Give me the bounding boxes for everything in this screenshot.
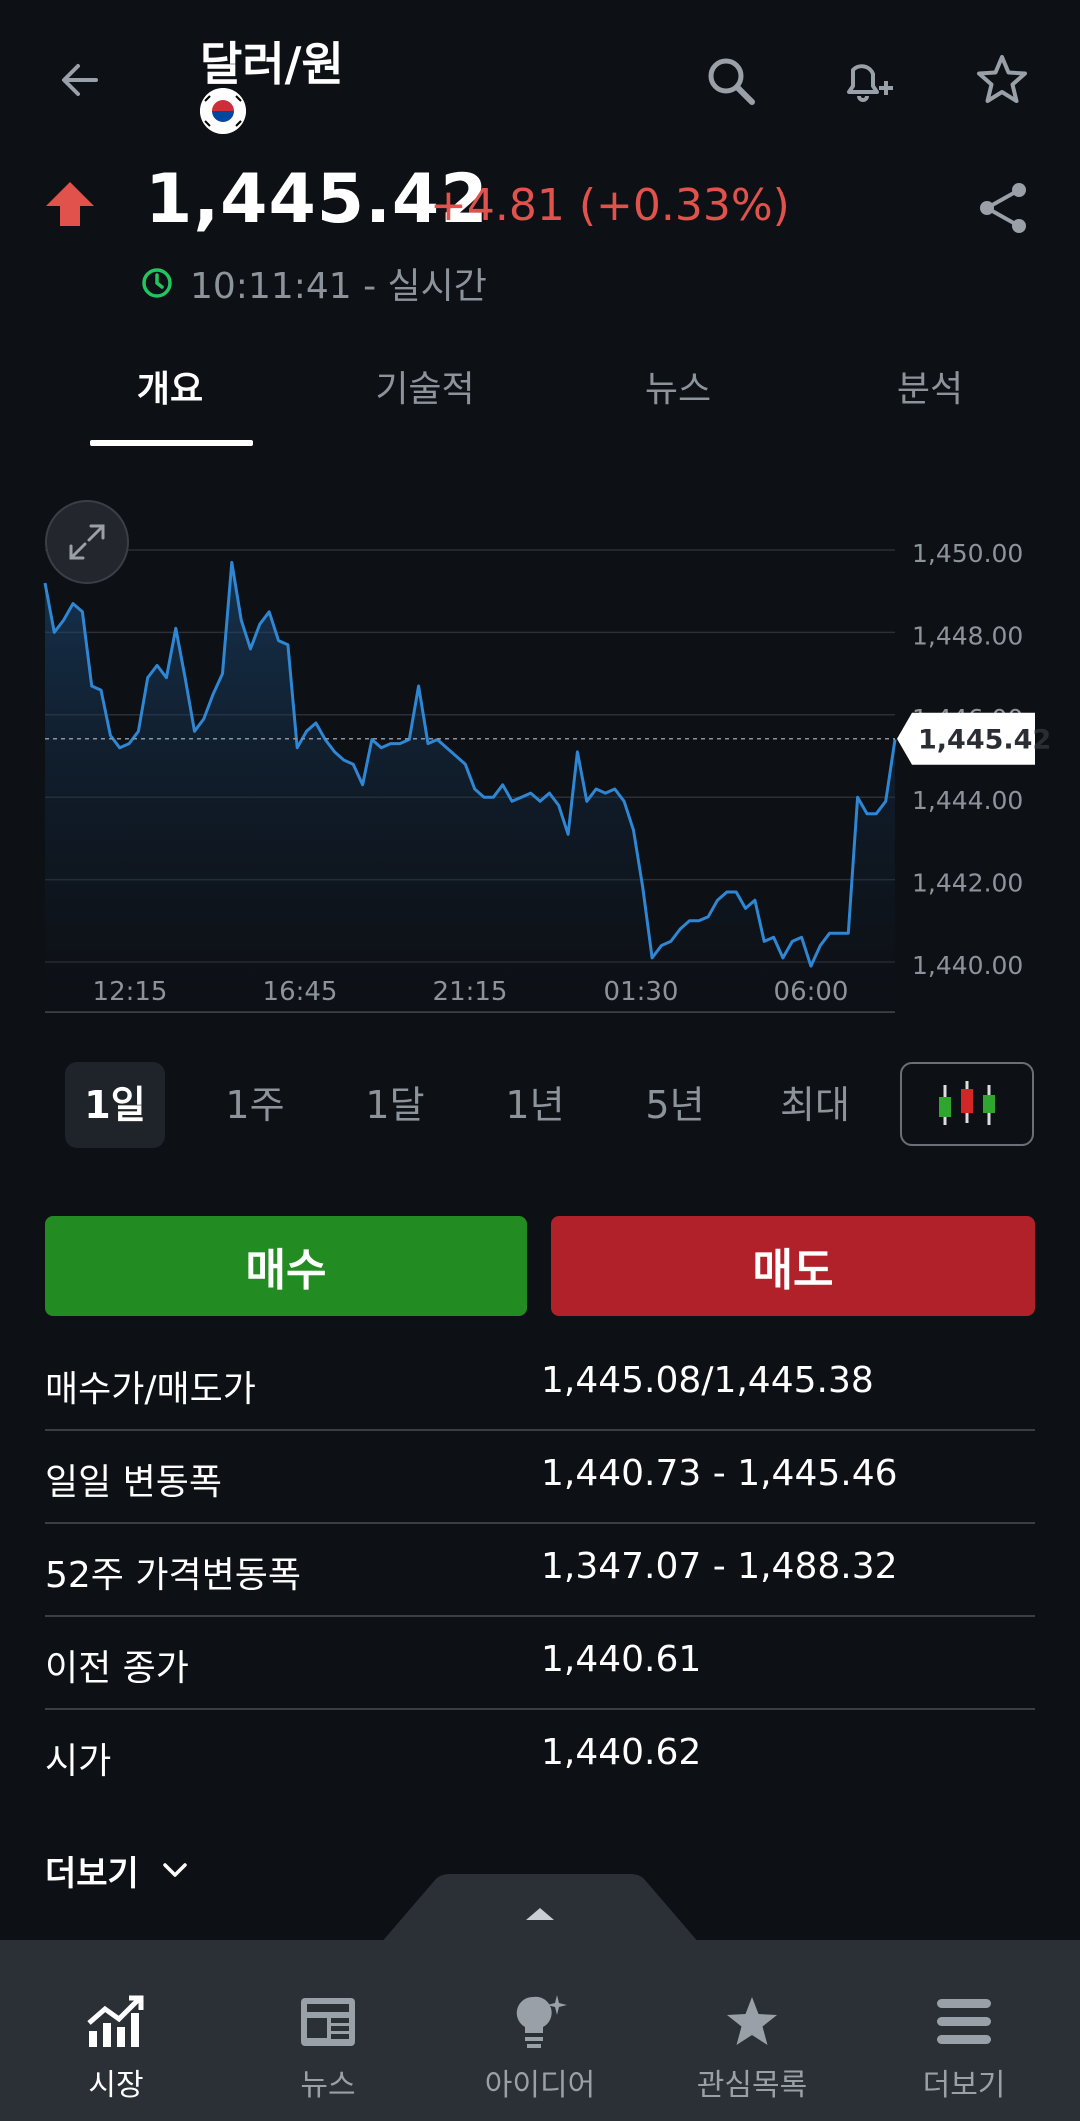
market-chart-icon — [85, 1992, 147, 2052]
nav-watchlist[interactable]: 관심목록 — [644, 1940, 860, 2121]
tab-news[interactable]: 뉴스 — [578, 360, 778, 412]
range-1w[interactable]: 1주 — [205, 1062, 305, 1148]
nav-label: 더보기 — [922, 2068, 1006, 2103]
table-row: 이전 종가 1,440.61 — [45, 1617, 1035, 1710]
candlestick-icon[interactable] — [900, 1062, 1034, 1146]
table-row: 52주 가격변동폭 1,347.07 - 1,488.32 — [45, 1524, 1035, 1617]
bell-plus-icon[interactable] — [825, 40, 905, 120]
clock-icon — [140, 266, 174, 300]
nav-news[interactable]: 뉴스 — [220, 1940, 436, 2121]
nav-more[interactable]: 더보기 — [856, 1940, 1072, 2121]
active-tab-indicator — [90, 440, 253, 446]
buy-button[interactable]: 매수 — [45, 1216, 527, 1316]
quote-time: 10:11:41 - 실시간 — [140, 258, 487, 308]
stat-value: 1,347.07 - 1,488.32 — [541, 1546, 898, 1587]
show-more-button[interactable]: 더보기 — [45, 1845, 189, 1895]
quote-timestamp: 10:11:41 - 실시간 — [190, 266, 487, 307]
stat-value: 1,445.08/1,445.38 — [541, 1360, 874, 1401]
price-chart[interactable]: 1,450.001,448.001,446.001,444.001,442.00… — [0, 490, 1080, 1020]
up-arrow-icon — [40, 174, 100, 234]
nav-label: 아이디어 — [484, 2068, 596, 2103]
range-5y[interactable]: 5년 — [625, 1062, 725, 1148]
y-tick-label: 1,442.00 — [912, 869, 1023, 898]
table-row: 매수가/매도가 1,445.08/1,445.38 — [45, 1338, 1035, 1431]
y-tick-label: 1,440.00 — [912, 951, 1023, 980]
nav-market[interactable]: 시장 — [8, 1940, 224, 2121]
y-tick-label: 1,450.00 — [912, 539, 1023, 568]
star-icon — [724, 1992, 780, 2052]
x-tick-label: 06:00 — [774, 977, 849, 1007]
range-1m[interactable]: 1달 — [345, 1062, 445, 1148]
expand-panel-handle[interactable] — [380, 1874, 700, 1944]
show-more-label: 더보기 — [45, 1853, 139, 1894]
section-tabs: 개요 기술적 뉴스 분석 — [0, 350, 1080, 450]
time-range-selector: 1일 1주 1달 1년 5년 최대 — [0, 1062, 1080, 1148]
app-screen: 달러/원 1,445.42 +4.81 (+0.33%) 10:11:41 - … — [0, 0, 1080, 2121]
nav-label: 관심목록 — [696, 2068, 808, 2103]
stat-value: 1,440.61 — [541, 1639, 702, 1680]
newspaper-icon — [299, 1992, 357, 2052]
share-icon[interactable] — [965, 170, 1041, 246]
x-tick-label: 21:15 — [433, 977, 508, 1007]
key-stats-table: 매수가/매도가 1,445.08/1,445.38 일일 변동폭 1,440.7… — [45, 1338, 1035, 1803]
area-fill — [45, 562, 895, 1012]
stat-label: 이전 종가 — [45, 1648, 189, 1689]
range-1y[interactable]: 1년 — [485, 1062, 585, 1148]
x-tick-label: 12:15 — [93, 977, 168, 1007]
tab-technical[interactable]: 기술적 — [325, 360, 525, 412]
bottom-navigation: 시장 뉴스 아이디어 관심목록 더보기 — [0, 1940, 1080, 2121]
page-title: 달러/원 — [200, 37, 344, 91]
lightbulb-icon — [513, 1992, 567, 2052]
top-bar: 달러/원 — [0, 0, 1080, 160]
nav-label: 뉴스 — [300, 2068, 356, 2103]
chart-svg: 1,450.001,448.001,446.001,444.001,442.00… — [43, 539, 1051, 1013]
chevron-down-icon — [161, 1860, 189, 1880]
expand-chart-icon[interactable] — [45, 500, 129, 584]
tab-overview[interactable]: 개요 — [70, 360, 270, 412]
nav-label: 시장 — [88, 2068, 144, 2103]
star-icon[interactable] — [962, 40, 1042, 120]
last-price-label: 1,445.42 — [918, 725, 1051, 756]
quote-row: 1,445.42 +4.81 (+0.33%) — [0, 160, 1080, 240]
range-1d[interactable]: 1일 — [65, 1062, 165, 1148]
range-max[interactable]: 최대 — [765, 1062, 865, 1148]
korea-flag-icon — [200, 88, 246, 134]
x-tick-label: 01:30 — [604, 977, 679, 1007]
stat-label: 일일 변동폭 — [45, 1462, 223, 1503]
stat-label: 52주 가격변동폭 — [45, 1555, 301, 1596]
search-icon[interactable] — [690, 40, 770, 120]
menu-icon — [935, 1992, 993, 2052]
tab-analysis[interactable]: 분석 — [830, 360, 1030, 412]
stat-value: 1,440.73 - 1,445.46 — [541, 1453, 898, 1494]
stat-label: 매수가/매도가 — [45, 1369, 256, 1410]
price-change: +4.81 (+0.33%) — [430, 180, 790, 231]
stat-value: 1,440.62 — [541, 1732, 702, 1773]
stat-label: 시가 — [45, 1741, 112, 1782]
nav-ideas[interactable]: 아이디어 — [432, 1940, 648, 2121]
back-arrow-icon[interactable] — [40, 40, 120, 120]
table-row: 일일 변동폭 1,440.73 - 1,445.46 — [45, 1431, 1035, 1524]
table-row: 시가 1,440.62 — [45, 1710, 1035, 1803]
sell-button[interactable]: 매도 — [551, 1216, 1035, 1316]
y-tick-label: 1,448.00 — [912, 621, 1023, 650]
x-tick-label: 16:45 — [263, 977, 338, 1007]
y-tick-label: 1,444.00 — [912, 786, 1023, 815]
